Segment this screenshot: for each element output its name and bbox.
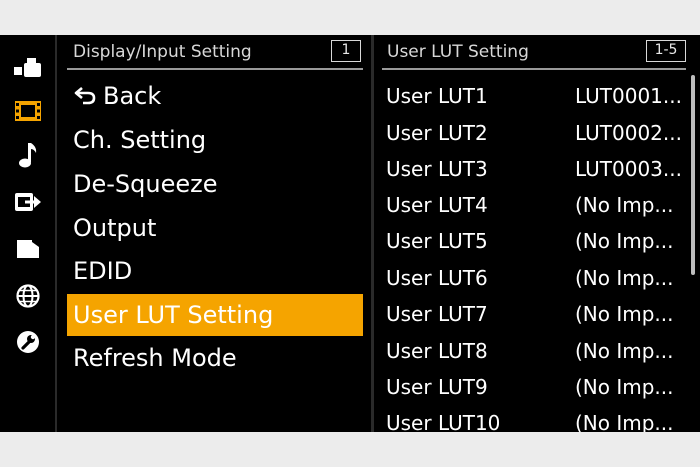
lut-name: User LUT1 <box>386 84 488 108</box>
lut-value: LUT0001... <box>575 84 682 108</box>
menu-header-divider <box>67 68 363 70</box>
lut-value: LUT0003... <box>575 157 682 181</box>
lut-value: (No Imp... <box>575 266 674 290</box>
menu-item-back-label: Back <box>103 82 162 110</box>
lut-name: User LUT8 <box>386 339 488 363</box>
lut-value: (No Imp... <box>575 411 674 432</box>
lut-value: (No Imp... <box>575 339 674 363</box>
lut-name: User LUT3 <box>386 157 488 181</box>
list-row[interactable]: User LUT6 (No Imp... <box>386 260 686 296</box>
menu-item-de-squeeze[interactable]: De-Squeeze <box>67 163 363 205</box>
lut-name: User LUT10 <box>386 411 501 432</box>
film-icon[interactable] <box>9 97 47 125</box>
back-arrow-icon <box>74 87 96 105</box>
list-row[interactable]: User LUT2 LUT0002... <box>386 115 686 151</box>
wrench-icon[interactable] <box>9 328 47 356</box>
list-row[interactable]: User LUT9 (No Imp... <box>386 369 686 405</box>
lut-value: (No Imp... <box>575 375 674 399</box>
globe-icon[interactable] <box>9 282 47 310</box>
menu-title: Display/Input Setting <box>73 42 252 62</box>
lut-value: LUT0002... <box>575 121 682 145</box>
camera-menu-screen: Display/Input Setting 1 Back Ch. Setting… <box>0 35 700 432</box>
list-title: User LUT Setting <box>387 42 529 62</box>
lut-value: (No Imp... <box>575 193 674 217</box>
list-row[interactable]: User LUT10 (No Imp... <box>386 405 686 432</box>
music-note-icon[interactable] <box>9 141 47 169</box>
list-header-divider <box>382 68 686 70</box>
lut-value: (No Imp... <box>575 302 674 326</box>
list-row[interactable]: User LUT7 (No Imp... <box>386 296 686 332</box>
menu-item-back[interactable]: Back <box>67 75 363 117</box>
list-row[interactable]: User LUT1 LUT0001... <box>386 78 686 114</box>
menu-item-user-lut-setting[interactable]: User LUT Setting <box>67 294 363 336</box>
lut-name: User LUT9 <box>386 375 488 399</box>
menu-item-refresh-mode[interactable]: Refresh Mode <box>67 337 363 379</box>
list-scrollbar[interactable] <box>691 75 695 275</box>
display-input-menu: Display/Input Setting 1 Back Ch. Setting… <box>59 35 371 432</box>
lut-value: (No Imp... <box>575 229 674 253</box>
list-row[interactable]: User LUT4 (No Imp... <box>386 187 686 223</box>
menu-item-ch-setting[interactable]: Ch. Setting <box>67 119 363 161</box>
menu-page-indicator: 1 <box>331 40 361 62</box>
list-row[interactable]: User LUT3 LUT0003... <box>386 151 686 187</box>
lut-name: User LUT7 <box>386 302 488 326</box>
lut-name: User LUT4 <box>386 193 488 217</box>
folder-icon[interactable] <box>9 235 47 263</box>
lut-name: User LUT5 <box>386 229 488 253</box>
list-row[interactable]: User LUT5 (No Imp... <box>386 223 686 259</box>
list-row[interactable]: User LUT8 (No Imp... <box>386 333 686 369</box>
lut-name: User LUT6 <box>386 266 488 290</box>
camera-icon[interactable] <box>9 54 47 82</box>
category-rail <box>0 35 57 432</box>
menu-item-output[interactable]: Output <box>67 207 363 249</box>
menu-item-edid[interactable]: EDID <box>67 250 363 292</box>
output-icon[interactable] <box>9 188 47 216</box>
user-lut-list: User LUT Setting 1-5 User LUT1 LUT0001..… <box>374 35 700 432</box>
lut-name: User LUT2 <box>386 121 488 145</box>
list-page-indicator: 1-5 <box>646 40 686 62</box>
